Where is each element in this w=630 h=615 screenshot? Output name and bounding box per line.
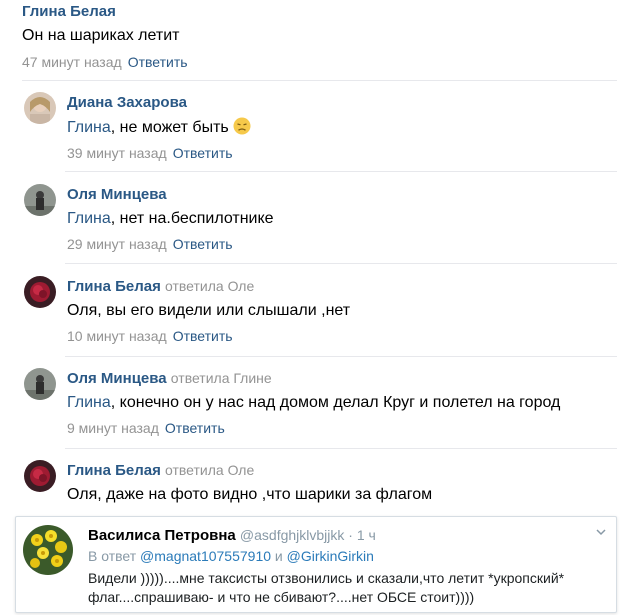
divider xyxy=(22,80,617,81)
comment-text: Оля, даже на фото видно ,что шарики за ф… xyxy=(67,486,433,503)
reply-button[interactable]: Ответить xyxy=(173,145,233,161)
comment-text: Глина, конечно он у нас над домом делал … xyxy=(67,394,561,411)
tweet-header: Василиса Петровна @asdfghjklvbjjkk · 1 ч xyxy=(88,527,376,544)
divider xyxy=(65,263,617,264)
comment-text: Глина, не может быть xyxy=(67,117,251,137)
avatar[interactable] xyxy=(24,184,56,216)
comment-time[interactable]: 47 минут назад xyxy=(22,54,122,70)
avatar[interactable] xyxy=(24,276,56,308)
divider xyxy=(65,356,617,357)
comment-author: Глина Белая ответила Оле xyxy=(67,278,255,295)
reply-button[interactable]: Ответить xyxy=(173,236,233,252)
tweet-author[interactable]: Василиса Петровна xyxy=(88,527,236,544)
tweet-handle[interactable]: @asdfghjklvbjjkk · 1 ч xyxy=(240,527,376,543)
comment-author: Глина Белая ответила Оле xyxy=(67,462,255,479)
divider xyxy=(65,171,617,172)
comment-text: Оля, вы его видели или слышали ,нет xyxy=(67,302,351,319)
comment-author[interactable]: Диана Захарова xyxy=(67,94,187,111)
tweet-card: Василиса Петровна @asdfghjklvbjjkk · 1 ч… xyxy=(15,516,617,613)
mention-link[interactable]: @magnat107557910 xyxy=(140,548,271,564)
comment-author[interactable]: Глина Белая xyxy=(22,3,116,20)
comment-author[interactable]: Оля Минцева xyxy=(67,186,167,203)
addressee-link[interactable]: Глина xyxy=(67,119,111,136)
reply-button[interactable]: Ответить xyxy=(173,328,233,344)
reply-to-link[interactable]: ответила Оле xyxy=(165,278,254,294)
comment-text: Глина, нет на.беспилотнике xyxy=(67,210,274,227)
tweet-text: Видели )))))....мне таксисты отзвонились… xyxy=(88,570,565,605)
comment-meta: 47 минут назад Ответить xyxy=(22,54,188,70)
comment-author: Оля Минцева ответила Глине xyxy=(67,370,272,387)
addressee-link[interactable]: Глина xyxy=(67,210,111,227)
reply-button[interactable]: Ответить xyxy=(165,420,225,436)
vk-comments-panel: Глина Белая Он на шариках летит 47 минут… xyxy=(0,0,630,510)
comment-time[interactable]: 29 минут назад xyxy=(67,236,167,252)
mention-link[interactable]: @GirkinGirkin xyxy=(287,548,374,564)
comment-time[interactable]: 9 минут назад xyxy=(67,420,159,436)
comment-time[interactable]: 10 минут назад xyxy=(67,328,167,344)
tweet-avatar[interactable] xyxy=(23,525,73,575)
reply-button[interactable]: Ответить xyxy=(128,54,188,70)
comment-time[interactable]: 39 минут назад xyxy=(67,145,167,161)
comment-meta: 10 минут назад Ответить xyxy=(67,328,233,344)
tweet-reply-line: В ответ @magnat107557910 и @GirkinGirkin xyxy=(88,548,374,564)
divider xyxy=(65,448,617,449)
chevron-down-icon[interactable] xyxy=(596,527,606,537)
avatar[interactable] xyxy=(24,460,56,492)
avatar[interactable] xyxy=(24,92,56,124)
comment-meta: 29 минут назад Ответить xyxy=(67,236,233,252)
addressee-link[interactable]: Глина xyxy=(67,394,111,411)
comment-0: Глина Белая xyxy=(22,3,116,20)
comment-text: Он на шариках летит xyxy=(22,27,180,44)
disappointed-face-icon xyxy=(233,117,251,135)
comment-meta: 9 минут назад Ответить xyxy=(67,420,225,436)
reply-to-link[interactable]: ответила Оле xyxy=(165,462,254,478)
avatar[interactable] xyxy=(24,368,56,400)
reply-to-link[interactable]: ответила Глине xyxy=(171,370,272,386)
comment-meta: 39 минут назад Ответить xyxy=(67,145,233,161)
